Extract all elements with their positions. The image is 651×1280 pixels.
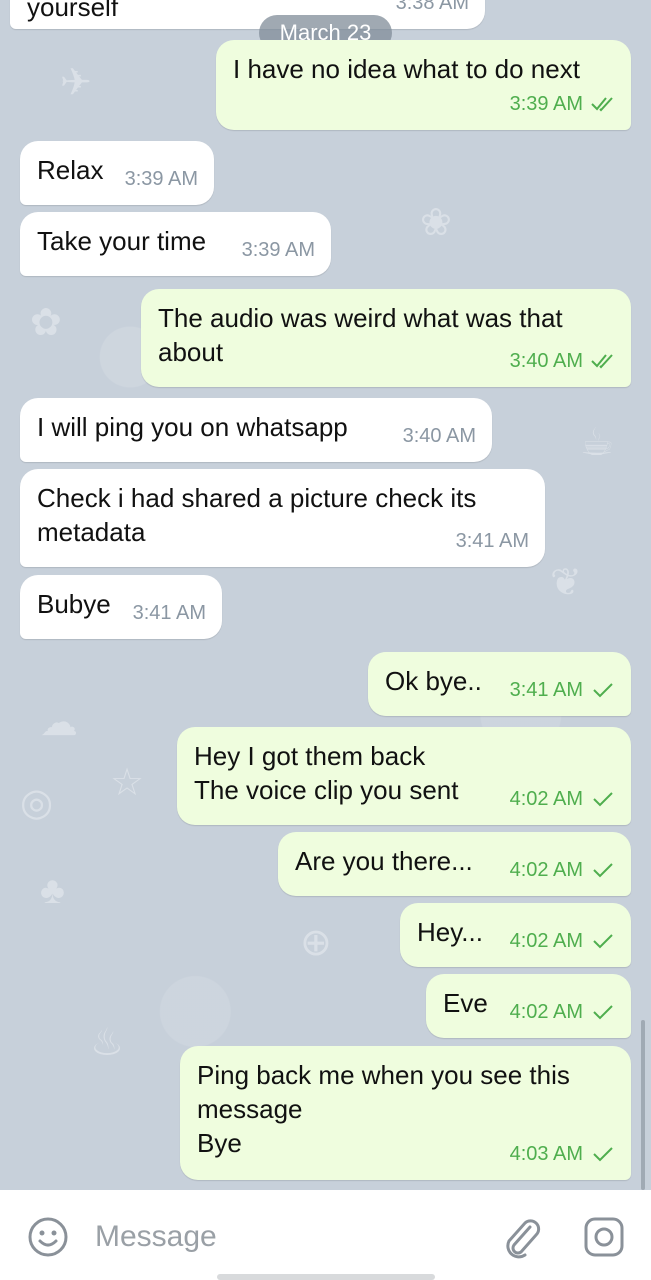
doodle-cloud-icon: ☁: [40, 702, 78, 744]
message-text: The audio was weird what was that about: [158, 303, 563, 367]
double-check-icon: [591, 354, 613, 369]
message-time: 4:02 AM: [509, 930, 583, 952]
message-bubble-outgoing[interactable]: The audio was weird what was that about …: [141, 289, 631, 387]
message-text: Hey I got them back The voice clip you s…: [194, 741, 459, 805]
message-bubble-outgoing[interactable]: Eve 4:02 AM: [426, 974, 631, 1038]
check-icon: [593, 934, 613, 949]
doodle-gamepad-icon: ⊕: [300, 922, 332, 964]
message-text: Bubye: [37, 589, 111, 619]
message-input[interactable]: [95, 1213, 475, 1261]
home-indicator: [217, 1274, 435, 1280]
message-meta: 4:02 AM: [510, 995, 615, 1029]
message-meta: 4:02 AM: [510, 924, 615, 958]
message-meta: 3:40 AM: [403, 419, 476, 453]
message-bubble-incoming[interactable]: Relax 3:39 AM: [20, 141, 214, 205]
check-icon: [593, 1005, 613, 1020]
message-text: I have no idea what to do next: [233, 54, 580, 84]
doodle-camera-icon: ◎: [20, 782, 54, 824]
message-meta: 3:41 AM: [133, 596, 206, 630]
doodle-tree-icon: ♣: [40, 870, 65, 912]
message-meta: 3:38 AM: [396, 0, 469, 20]
message-bubble-incoming[interactable]: I will ping you on whatsapp 3:40 AM: [20, 398, 492, 462]
scrollbar[interactable]: [641, 1020, 645, 1190]
doodle-dog-icon: ❀: [420, 202, 452, 244]
message-text: I will ping you on whatsapp: [37, 412, 348, 442]
doodle-cup-icon: ☕: [580, 422, 615, 464]
message-meta: 4:03 AM: [510, 1137, 615, 1171]
message-time: 3:39 AM: [124, 168, 198, 190]
camera-icon[interactable]: [583, 1216, 625, 1258]
chat-area[interactable]: ✈ ❀ ✿ ☕ ☁ ☆ ◎ ♣ ⊕ ♨ ❦ yourself 3:38 AM M…: [0, 0, 651, 1190]
message-meta: 3:40 AM: [510, 344, 615, 378]
message-bubble-incoming[interactable]: yourself 3:38 AM: [10, 0, 485, 29]
check-icon: [593, 683, 613, 698]
message-bubble-outgoing[interactable]: I have no idea what to do next 3:39 AM: [216, 40, 631, 130]
message-text: Check i had shared a picture check its m…: [37, 483, 477, 547]
message-meta: 3:39 AM: [125, 162, 198, 196]
message-text: Hey...: [417, 917, 483, 947]
double-check-icon: [591, 97, 613, 112]
check-icon: [593, 863, 613, 878]
message-bubble-incoming[interactable]: Take your time 3:39 AM: [20, 212, 331, 276]
message-time: 3:38 AM: [395, 0, 469, 14]
message-bubble-incoming[interactable]: Bubye 3:41 AM: [20, 575, 222, 639]
check-icon: [593, 792, 613, 807]
message-time: 3:39 AM: [509, 93, 583, 115]
message-time: 3:39 AM: [241, 239, 315, 261]
message-bubble-incoming[interactable]: Check i had shared a picture check its m…: [20, 469, 545, 567]
message-time: 3:40 AM: [509, 350, 583, 372]
message-text: Relax: [37, 155, 104, 185]
paperclip-icon[interactable]: [500, 1215, 542, 1259]
message-meta: 3:39 AM: [510, 87, 615, 121]
message-time: 3:40 AM: [402, 425, 476, 447]
message-time: 4:02 AM: [509, 859, 583, 881]
message-bubble-outgoing[interactable]: Hey... 4:02 AM: [400, 903, 631, 967]
doodle-cat-icon: ❦: [550, 562, 582, 604]
message-time: 3:41 AM: [132, 602, 206, 624]
check-icon: [593, 1147, 613, 1162]
message-meta: 3:41 AM: [510, 673, 615, 707]
doodle-plane-icon: ✈: [60, 62, 92, 104]
message-text: Eve: [443, 988, 488, 1018]
message-bubble-outgoing[interactable]: Ok bye.. 3:41 AM: [368, 652, 631, 716]
message-meta: 4:02 AM: [510, 853, 615, 887]
doodle-icecream-icon: ♨: [90, 1022, 125, 1064]
message-text: Ok bye..: [385, 666, 482, 696]
message-bubble-outgoing[interactable]: Hey I got them back The voice clip you s…: [177, 727, 631, 825]
message-time: 4:03 AM: [509, 1143, 583, 1165]
message-time: 3:41 AM: [509, 679, 583, 701]
message-time: 4:02 AM: [509, 1001, 583, 1023]
message-meta: 3:41 AM: [456, 524, 529, 558]
doodle-star-icon: ✿: [30, 302, 62, 344]
doodle-star2-icon: ☆: [110, 762, 145, 804]
message-text: Are you there...: [295, 846, 473, 876]
emoji-icon[interactable]: [27, 1216, 69, 1258]
message-text: Take your time: [37, 226, 207, 256]
message-meta: 4:02 AM: [510, 782, 615, 816]
message-bubble-outgoing[interactable]: Are you there... 4:02 AM: [278, 832, 631, 896]
message-time: 3:41 AM: [455, 530, 529, 552]
message-text: yourself: [27, 0, 119, 22]
message-meta: 3:39 AM: [242, 233, 315, 267]
message-time: 4:02 AM: [509, 788, 583, 810]
message-bubble-outgoing[interactable]: Ping back me when you see this message B…: [180, 1046, 631, 1180]
